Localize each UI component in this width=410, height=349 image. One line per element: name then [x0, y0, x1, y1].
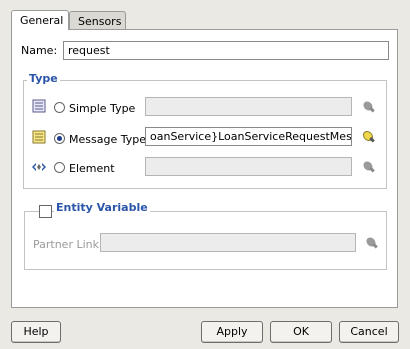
- entity-variable-title: Entity Variable: [54, 201, 150, 215]
- tab-general[interactable]: General: [11, 10, 69, 30]
- message-type-field[interactable]: oanService}LoanServiceRequestMessage: [145, 127, 352, 146]
- cancel-button[interactable]: Cancel: [339, 321, 399, 343]
- help-button[interactable]: Help: [11, 321, 61, 343]
- general-panel: Name: request Type Simple Type Message T…: [11, 29, 398, 308]
- browse-flashlight-icon[interactable]: [361, 159, 377, 175]
- browse-flashlight-icon[interactable]: [364, 235, 380, 251]
- name-label: Name:: [21, 44, 58, 57]
- browse-flashlight-icon[interactable]: [361, 99, 377, 115]
- message-type-label: Message Type: [69, 133, 146, 146]
- simple-type-field[interactable]: [145, 97, 352, 116]
- message-type-radio[interactable]: [54, 133, 65, 144]
- type-group-title: Type: [27, 72, 60, 86]
- ok-button[interactable]: OK: [270, 321, 332, 343]
- simple-type-label: Simple Type: [69, 102, 136, 115]
- element-field[interactable]: [145, 157, 352, 176]
- tab-sensors[interactable]: Sensors: [69, 11, 126, 29]
- apply-button[interactable]: Apply: [201, 321, 263, 343]
- simple-type-radio[interactable]: [54, 102, 65, 113]
- element-icon: [32, 163, 46, 171]
- simple-type-icon: [32, 99, 46, 113]
- message-type-icon: [32, 130, 46, 144]
- element-label: Element: [69, 162, 115, 175]
- element-radio[interactable]: [54, 162, 65, 173]
- partner-link-label: Partner Link:: [33, 238, 103, 251]
- name-input[interactable]: request: [63, 41, 389, 60]
- browse-flashlight-icon[interactable]: [361, 129, 377, 145]
- entity-variable-checkbox[interactable]: [39, 205, 52, 218]
- partner-link-field[interactable]: [100, 233, 356, 252]
